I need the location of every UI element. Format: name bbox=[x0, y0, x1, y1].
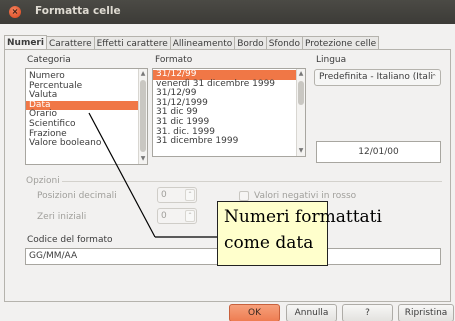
annotation-line-1: Numeri formattati bbox=[224, 207, 382, 227]
annotation-callout: Numeri formattati come data bbox=[217, 201, 382, 266]
annotation-line-2: come data bbox=[224, 233, 314, 253]
annotation-leader-line bbox=[88, 112, 217, 238]
format-cells-dialog: × Formatta celle Numeri Carattere Effett… bbox=[0, 0, 455, 321]
